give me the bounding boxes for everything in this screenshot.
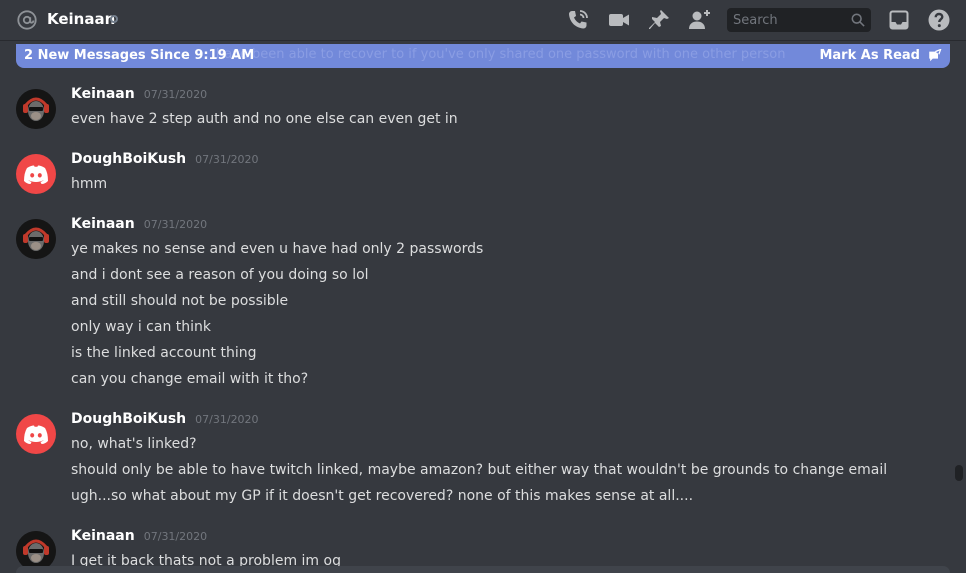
mark-as-read-button[interactable]: Mark As Read	[819, 48, 920, 63]
channel-title: Keinaan	[47, 10, 116, 28]
message-text: is the linked account thing	[71, 345, 257, 361]
avatar[interactable]	[16, 154, 56, 194]
message-author[interactable]: Keinaan	[71, 216, 135, 232]
message-group: DoughBoiKush 07/31/2020 no, what's linke…	[0, 411, 952, 511]
message-composer[interactable]	[16, 566, 950, 573]
message-text: ugh...so what about my GP if it doesn't …	[71, 488, 694, 504]
message-text: only way i can think	[71, 319, 211, 335]
monkey-avatar-icon	[16, 89, 56, 129]
mark-read-icon[interactable]	[927, 49, 942, 63]
message-list: Keinaan 07/31/2020 even have 2 step auth…	[0, 72, 952, 573]
search-placeholder: Search	[733, 13, 778, 28]
message-text: no, what's linked?	[71, 436, 197, 452]
message-text: hmm	[71, 176, 108, 192]
message-timestamp: 07/31/2020	[195, 153, 259, 166]
monkey-avatar-icon	[16, 531, 56, 571]
at-icon	[17, 10, 37, 30]
pin-icon[interactable]	[647, 8, 671, 32]
search-input[interactable]: Search	[727, 8, 871, 32]
message-group: Keinaan 07/31/2020 ye makes no sense and…	[0, 216, 952, 394]
monkey-avatar-icon	[16, 219, 56, 259]
scrollbar-thumb[interactable]	[955, 465, 963, 481]
message-text: even have 2 step auth and no one else ca…	[71, 111, 458, 127]
new-messages-label[interactable]: 2 New Messages Since 9:19 AM	[24, 48, 254, 63]
message-text: ye makes no sense and even u have had on…	[71, 241, 484, 257]
message-timestamp: 07/31/2020	[143, 218, 208, 231]
avatar[interactable]	[16, 414, 56, 454]
message-group: Keinaan 07/31/2020 even have 2 step auth…	[0, 86, 952, 134]
discord-logo-icon	[24, 425, 48, 444]
message-timestamp: 07/31/2020	[143, 88, 208, 101]
message-text: should only be able to have twitch linke…	[71, 462, 888, 478]
video-camera-icon[interactable]	[607, 8, 631, 32]
phone-call-icon[interactable]	[566, 8, 590, 32]
help-icon[interactable]	[927, 8, 951, 32]
message-timestamp: 07/31/2020	[143, 530, 208, 543]
message-text: can you change email with it tho?	[71, 371, 309, 387]
discord-logo-icon	[24, 165, 48, 184]
avatar[interactable]	[16, 531, 56, 571]
message-scrollbar[interactable]	[952, 72, 966, 573]
message-group: DoughBoiKush 07/31/2020 hmm	[0, 151, 952, 199]
avatar[interactable]	[16, 219, 56, 259]
banner-underlying-text: have been able to recover to if you've o…	[216, 47, 786, 62]
add-friend-icon[interactable]	[688, 8, 712, 32]
new-messages-bar[interactable]: have been able to recover to if you've o…	[16, 44, 950, 68]
offline-status-icon	[110, 15, 118, 23]
message-author[interactable]: Keinaan	[71, 86, 135, 102]
message-text: and still should not be possible	[71, 293, 289, 309]
avatar[interactable]	[16, 89, 56, 129]
search-icon	[851, 13, 865, 27]
message-author[interactable]: DoughBoiKush	[71, 411, 186, 427]
message-text: and i dont see a reason of you doing so …	[71, 267, 369, 283]
inbox-icon[interactable]	[887, 8, 911, 32]
message-author[interactable]: Keinaan	[71, 528, 135, 544]
channel-header: Keinaan Search	[0, 0, 966, 40]
message-author[interactable]: DoughBoiKush	[71, 151, 186, 167]
message-timestamp: 07/31/2020	[195, 413, 259, 426]
